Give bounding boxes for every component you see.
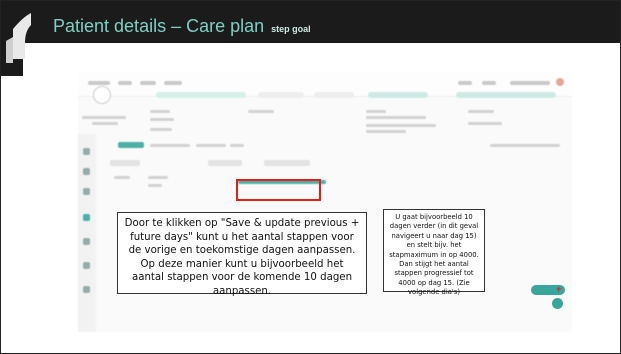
plus-icon: + <box>556 284 562 294</box>
nav-icon[interactable] <box>83 286 90 293</box>
nav-icon[interactable] <box>83 238 90 245</box>
select-field[interactable] <box>110 160 140 166</box>
app-logo-text <box>88 81 110 85</box>
nav-icon[interactable] <box>83 148 90 155</box>
info-field <box>366 116 426 119</box>
chat-icon[interactable] <box>552 298 563 309</box>
slide-title-text: Patient details – Care plan <box>53 16 265 36</box>
step-pill <box>456 92 556 98</box>
app-user <box>510 81 550 85</box>
info-field <box>366 124 436 127</box>
label <box>148 176 168 179</box>
nav-icon-active[interactable] <box>83 214 90 221</box>
value <box>148 184 162 187</box>
nav-icon[interactable] <box>83 188 90 195</box>
app-menu-item <box>118 81 132 85</box>
tab[interactable] <box>150 144 190 147</box>
highlight-box <box>236 179 321 201</box>
tab[interactable] <box>230 144 244 147</box>
tab[interactable] <box>196 144 226 147</box>
app-menu-item <box>482 81 496 85</box>
info-field <box>248 110 274 113</box>
slide-title: Patient details – Care plan step goal <box>53 16 311 37</box>
nav-icon[interactable] <box>83 262 90 269</box>
avatar <box>556 78 564 86</box>
toolbar-actions[interactable] <box>490 144 560 147</box>
app-menu-item <box>458 81 472 85</box>
info-field <box>366 110 386 113</box>
patient-name <box>82 116 126 119</box>
step-pill <box>368 92 428 98</box>
callout-left: Door te klikken op "Save & update previo… <box>117 212 367 297</box>
select-field[interactable] <box>208 160 242 166</box>
tab-active[interactable] <box>118 142 144 148</box>
app-sidebar <box>78 134 96 332</box>
step-pill <box>156 92 246 98</box>
patient-info <box>92 122 118 125</box>
info-field <box>366 130 406 133</box>
slide-title-suffix: step goal <box>271 24 311 34</box>
select-field[interactable] <box>264 160 310 166</box>
info-field <box>150 110 170 113</box>
callout-right: U gaat bijvoorbeeld 10 dagen verder (in … <box>383 209 485 296</box>
step-pill <box>314 92 354 98</box>
info-field <box>468 122 502 125</box>
nav-icon[interactable] <box>83 168 90 175</box>
slide: Patient details – Care plan step goal Do… <box>0 0 621 354</box>
info-field <box>150 118 174 121</box>
app-menu-item <box>140 81 156 85</box>
label <box>114 176 130 179</box>
app-menu-item <box>164 81 182 85</box>
app-logo-icon <box>93 86 111 104</box>
step-pill <box>258 92 304 98</box>
header-decoration <box>1 1 41 76</box>
info-field <box>468 110 494 113</box>
info-field <box>150 128 172 131</box>
